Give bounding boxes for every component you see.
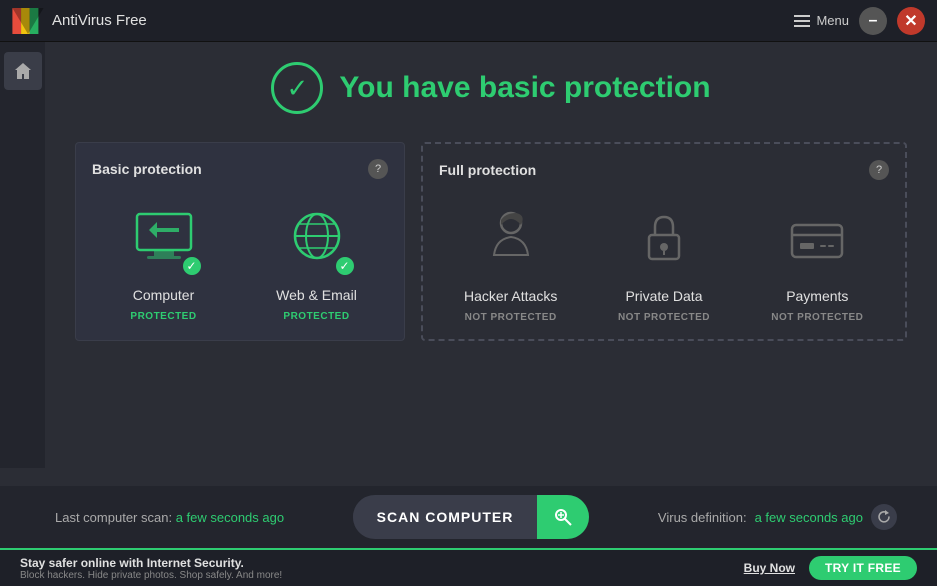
web-email-protected-badge: ✓ bbox=[334, 255, 356, 277]
buy-now-button[interactable]: Buy Now bbox=[744, 561, 795, 575]
computer-status: PROTECTED bbox=[130, 311, 196, 322]
avg-logo-icon bbox=[12, 8, 44, 34]
bottom-banner: Stay safer online with Internet Security… bbox=[0, 548, 937, 586]
banner-subtitle: Block hackers. Hide private photos. Shop… bbox=[20, 570, 282, 581]
titlebar-right: Menu – ✕ bbox=[794, 7, 925, 35]
banner-actions: Buy Now TRY IT FREE bbox=[744, 556, 917, 580]
web-email-check-icon: ✓ bbox=[339, 260, 349, 272]
full-card-header: Full protection ? bbox=[439, 160, 889, 180]
private-data-status: NOT PROTECTED bbox=[618, 312, 710, 323]
basic-card-title: Basic protection bbox=[92, 161, 202, 177]
scan-bar: Last computer scan: a few seconds ago SC… bbox=[0, 486, 937, 548]
app-title: AntiVirus Free bbox=[52, 12, 147, 29]
checkmark-icon: ✓ bbox=[286, 75, 308, 101]
scan-computer-button[interactable]: SCAN COMPUTER bbox=[353, 495, 590, 539]
titlebar-left: AntiVirus Free bbox=[12, 8, 147, 34]
last-scan-time: a few seconds ago bbox=[176, 510, 284, 525]
web-email-icon-wrap: ✓ bbox=[272, 199, 362, 279]
hamburger-icon bbox=[794, 15, 810, 27]
computer-label: Computer bbox=[133, 287, 194, 303]
status-circle: ✓ bbox=[271, 62, 323, 114]
scan-button-label: SCAN COMPUTER bbox=[353, 497, 538, 537]
private-data-icon bbox=[629, 205, 699, 275]
full-help-button[interactable]: ? bbox=[869, 160, 889, 180]
basic-protection-card: Basic protection ? ✓ bbox=[75, 142, 405, 341]
status-header: ✓ You have basic protection bbox=[75, 62, 907, 114]
computer-check-icon: ✓ bbox=[186, 260, 196, 272]
computer-icon-wrap: ✓ bbox=[119, 199, 209, 279]
close-button[interactable]: ✕ bbox=[897, 7, 925, 35]
sidebar bbox=[0, 42, 45, 468]
full-protection-card: Full protection ? Hacker A bbox=[421, 142, 907, 341]
payments-status: NOT PROTECTED bbox=[771, 312, 863, 323]
hacker-attacks-item[interactable]: Hacker Attacks NOT PROTECTED bbox=[461, 200, 561, 323]
virus-def-time: a few seconds ago bbox=[755, 510, 863, 525]
menu-label: Menu bbox=[816, 13, 849, 28]
web-email-label: Web & Email bbox=[276, 287, 357, 303]
menu-button[interactable]: Menu bbox=[794, 13, 849, 28]
refresh-icon bbox=[877, 510, 891, 524]
computer-item[interactable]: ✓ Computer PROTECTED bbox=[114, 199, 214, 322]
main-content: ✓ You have basic protection Basic protec… bbox=[45, 42, 937, 341]
basic-items-grid: ✓ Computer PROTECTED bbox=[92, 199, 388, 322]
web-email-item[interactable]: ✓ Web & Email PROTECTED bbox=[267, 199, 367, 322]
virus-def-label: Virus definition: bbox=[658, 510, 747, 525]
computer-protected-badge: ✓ bbox=[181, 255, 203, 277]
hacker-attacks-label: Hacker Attacks bbox=[464, 288, 557, 304]
scan-search-icon bbox=[553, 507, 573, 527]
minimize-button[interactable]: – bbox=[859, 7, 887, 35]
private-data-label: Private Data bbox=[625, 288, 702, 304]
full-items-grid: Hacker Attacks NOT PROTECTED Private Dat… bbox=[439, 200, 889, 323]
payments-item[interactable]: Payments NOT PROTECTED bbox=[767, 200, 867, 323]
refresh-button[interactable] bbox=[871, 504, 897, 530]
hacker-attacks-icon bbox=[476, 205, 546, 275]
titlebar: AntiVirus Free Menu – ✕ bbox=[0, 0, 937, 42]
status-message: You have basic protection bbox=[339, 71, 710, 105]
home-button[interactable] bbox=[4, 52, 42, 90]
basic-card-header: Basic protection ? bbox=[92, 159, 388, 179]
banner-text: Stay safer online with Internet Security… bbox=[20, 556, 282, 581]
cards-row: Basic protection ? ✓ bbox=[75, 142, 907, 341]
home-icon bbox=[13, 61, 33, 81]
payments-icon bbox=[782, 205, 852, 275]
payments-label: Payments bbox=[786, 288, 848, 304]
full-card-title: Full protection bbox=[439, 162, 536, 178]
hacker-attacks-icon-wrap bbox=[466, 200, 556, 280]
payments-icon-wrap bbox=[772, 200, 862, 280]
hacker-attacks-status: NOT PROTECTED bbox=[465, 312, 557, 323]
web-email-status: PROTECTED bbox=[283, 311, 349, 322]
private-data-item[interactable]: Private Data NOT PROTECTED bbox=[614, 200, 714, 323]
last-scan-info: Last computer scan: a few seconds ago bbox=[55, 510, 284, 525]
virus-def-info: Virus definition: a few seconds ago bbox=[658, 504, 897, 530]
try-it-free-button[interactable]: TRY IT FREE bbox=[809, 556, 917, 580]
banner-title: Stay safer online with Internet Security… bbox=[20, 556, 282, 570]
last-scan-label: Last computer scan: bbox=[55, 510, 172, 525]
private-data-icon-wrap bbox=[619, 200, 709, 280]
scan-icon bbox=[537, 495, 589, 539]
basic-help-button[interactable]: ? bbox=[368, 159, 388, 179]
